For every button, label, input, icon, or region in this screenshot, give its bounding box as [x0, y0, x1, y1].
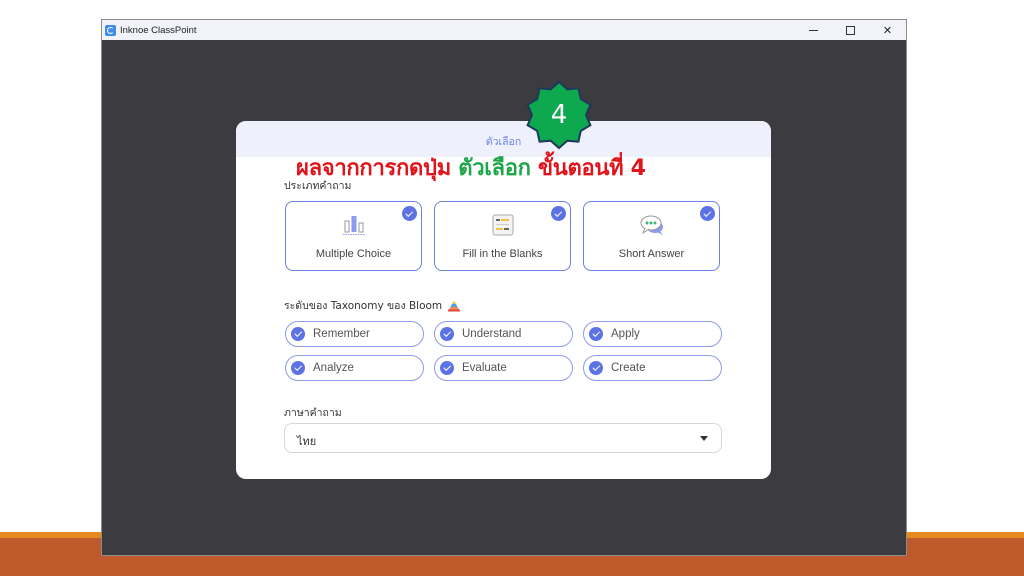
question-language-label: ภาษาคำถาม: [284, 407, 342, 419]
bloom-level-create[interactable]: Create: [583, 355, 722, 381]
checked-icon: [402, 206, 417, 221]
annotation-text-step: ขั้นตอนที่ 4: [538, 156, 646, 181]
minimize-button[interactable]: [795, 20, 832, 40]
pill-label: Apply: [611, 328, 640, 340]
bloom-taxonomy-label: ระดับของ Taxonomy ของ Bloom: [284, 297, 461, 314]
checked-icon: [440, 360, 454, 375]
maximize-icon: [846, 25, 855, 35]
caret-down-icon: [700, 436, 708, 441]
step-badge: 4: [524, 80, 594, 150]
pill-label: Evaluate: [462, 362, 507, 374]
pill-label: Analyze: [313, 362, 354, 374]
maximize-button[interactable]: [832, 20, 869, 40]
question-type-short-answer[interactable]: Short Answer: [583, 201, 720, 271]
chat-bubble-icon: [640, 215, 663, 235]
checked-icon: [551, 206, 566, 221]
annotation-text-result: ผลจากการกดปุ่ม: [296, 156, 451, 181]
tab-options[interactable]: ตัวเลือก: [236, 133, 771, 150]
step-number: 4: [550, 100, 568, 130]
annotation-text-button: ตัวเลือก: [458, 156, 531, 181]
step-annotation: ผลจากการกดปุ่ม ตัวเลือก ขั้นตอนที่ 4: [296, 150, 646, 185]
checked-icon: [440, 326, 454, 341]
bloom-level-remember[interactable]: Remember: [285, 321, 424, 347]
pill-label: Remember: [313, 328, 370, 340]
title-bar: Inknoe ClassPoint ✕: [102, 20, 906, 40]
checked-icon: [291, 326, 305, 341]
fill-blanks-icon: [492, 214, 513, 236]
card-label: Fill in the Blanks: [462, 248, 543, 260]
card-label: Short Answer: [618, 248, 685, 260]
bloom-level-understand[interactable]: Understand: [434, 321, 573, 347]
question-type-fill-blanks[interactable]: Fill in the Blanks: [434, 201, 571, 271]
language-selected-value: ไทย: [297, 435, 317, 448]
bloom-level-evaluate[interactable]: Evaluate: [434, 355, 573, 381]
window-controls: ✕: [795, 20, 906, 40]
bloom-label-text: ระดับของ Taxonomy ของ Bloom: [284, 300, 443, 312]
checked-icon: [589, 360, 603, 375]
window-title: Inknoe ClassPoint: [120, 24, 197, 36]
checked-icon: [589, 326, 603, 341]
pyramid-icon: [448, 300, 461, 311]
bloom-level-analyze[interactable]: Analyze: [285, 355, 424, 381]
bloom-level-apply[interactable]: Apply: [583, 321, 722, 347]
language-select[interactable]: ไทย: [284, 423, 722, 453]
checked-icon: [700, 206, 715, 221]
close-button[interactable]: ✕: [869, 20, 906, 40]
pill-label: Create: [611, 362, 646, 374]
bar-chart-icon: [342, 216, 365, 235]
question-type-multiple-choice[interactable]: Multiple Choice: [285, 201, 422, 271]
minimize-icon: [809, 29, 818, 31]
close-icon: ✕: [882, 23, 893, 37]
pill-label: Understand: [462, 328, 522, 340]
checked-icon: [291, 360, 305, 375]
card-label: Multiple Choice: [315, 248, 392, 260]
classpoint-logo-icon: [105, 24, 116, 36]
